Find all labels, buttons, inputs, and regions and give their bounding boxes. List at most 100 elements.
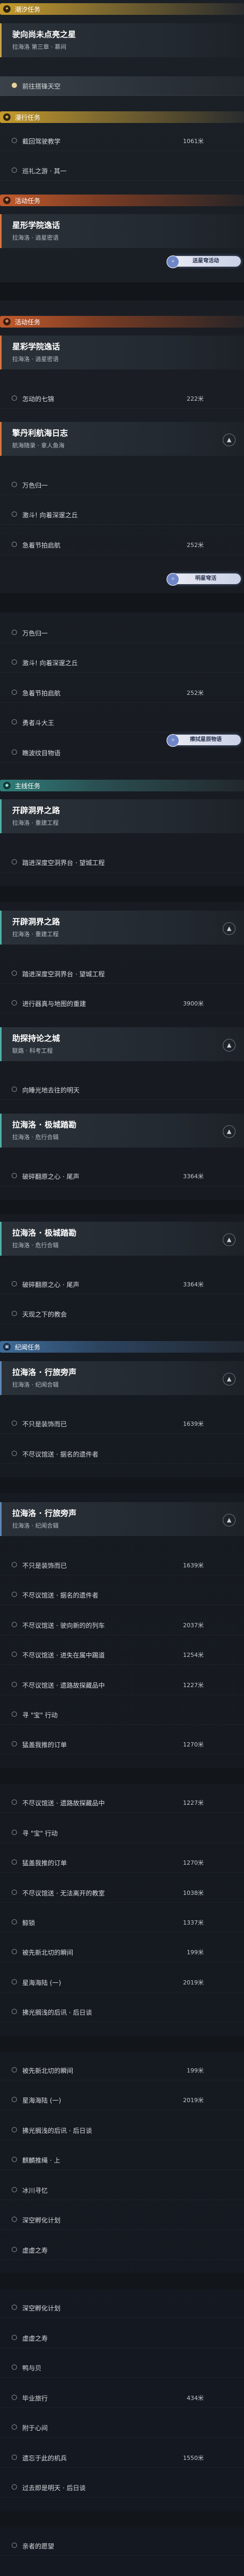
quest-step-r27[interactable]: 寻 "宝" 行动	[0, 1705, 244, 1725]
quest-step-r11[interactable]: 勇者斗大王	[0, 713, 244, 733]
quest-step-r2[interactable]: 截回驾驶教学 1061米	[0, 131, 244, 151]
divider	[0, 2036, 244, 2052]
step-text: 踏进深度空洞界台 · 望城工程	[22, 971, 105, 978]
distance-label: 1227米	[183, 1682, 204, 1689]
quest-step-r21[interactable]: 不尽议馆送 · 据名的遗件者	[0, 1444, 244, 1464]
quest-step-r8[interactable]: 万色归一	[0, 623, 244, 643]
step-text: 不尽议馆送 · 遗路故探藏品中	[22, 1799, 105, 1807]
quest-step-r33[interactable]: 鲸锁 1337米	[0, 1913, 244, 1933]
quest-step-r5[interactable]: 万色归一	[0, 475, 244, 495]
quest-step-r18[interactable]: 破碎翻原之心 · 尾声 3364米	[0, 1275, 244, 1294]
quest-step-r19[interactable]: 天现之下的教会	[0, 1304, 244, 1324]
quest-step-r14[interactable]: 踏进深度空洞界台 · 望城工程	[0, 964, 244, 984]
chevron-up-icon[interactable]: ▲	[223, 1233, 236, 1246]
quest-step-r41[interactable]: 冰川寻忆	[0, 2181, 244, 2200]
quest-step-r30[interactable]: 寻 "宝" 行动	[0, 1823, 244, 1843]
chevron-up-icon[interactable]: ▲	[223, 1373, 236, 1386]
quest-step-r51[interactable]: 亲者的愿望	[0, 2536, 244, 2556]
chevron-up-icon[interactable]: ▲	[223, 922, 236, 935]
chevron-up-icon[interactable]: ▲	[223, 1514, 236, 1527]
recommend-badge[interactable]: ✧ 擦拭星辰物语	[167, 734, 241, 747]
quest-step-r31[interactable]: 猛盖我推的订单 1270米	[0, 1853, 244, 1873]
quest-step-r42[interactable]: 深空孵化计划	[0, 2210, 244, 2230]
quest-step-r47[interactable]: 毕业旅行 434米	[0, 2388, 244, 2408]
quest-step-r4[interactable]: 怎动的七锦 222米	[0, 389, 244, 409]
divider	[0, 886, 244, 902]
quest-step-r36[interactable]: 拂光搁浅的后讯 · 后日谈	[0, 2002, 244, 2022]
quest-card-c5[interactable]: 开辟洞界之路 拉海洛 · 重建工程	[0, 799, 244, 833]
quest-card-c7[interactable]: 助探持论之城 联路 · 科考工程 ▲	[0, 1027, 244, 1061]
divider	[0, 1200, 244, 1214]
section-activity[interactable]: ❖ 活动任务	[0, 195, 244, 206]
quest-step-r46[interactable]: 鸭与贝	[0, 2358, 244, 2378]
radio-icon	[12, 2365, 17, 2370]
quest-step-r50[interactable]: 过去即是明天 · 后日谈	[0, 2478, 244, 2498]
quest-title: 拉海洛 · 极城踏勘	[12, 1120, 77, 1130]
quest-card-c3[interactable]: 星彩学院逸话 拉海洛 · 逍星密语	[0, 336, 244, 369]
radio-icon	[12, 1859, 17, 1865]
quest-step-r35[interactable]: 星海海陆 (一) 2019米	[0, 1973, 244, 1992]
quest-step-r32[interactable]: 不尽议馆送 · 无法离开的教室 1038米	[0, 1883, 244, 1903]
section-tide[interactable]: ✦ 潮汐任务	[0, 3, 244, 15]
step-text: 不尽议馆送 · 进失在属中踢道	[22, 1652, 105, 1659]
section-label: 活动任务	[15, 197, 41, 205]
quest-card-c11[interactable]: 拉海洛 · 行旅旁声 拉海洛 · 纪闻合辑 ▲	[0, 1502, 244, 1536]
quest-step-r48[interactable]: 附于心间	[0, 2418, 244, 2438]
quest-step-r37[interactable]: 被先新北切的瞬间 199米	[0, 2061, 244, 2080]
chevron-up-icon[interactable]: ▲	[223, 1125, 236, 1138]
step-text: 冰川寻忆	[22, 2187, 48, 2194]
quest-step-r9[interactable]: 激斗! 向着深邃之丘	[0, 653, 244, 673]
limited-event-badge-2[interactable]: ✧ 明星穹活	[167, 573, 241, 586]
quest-step-r38[interactable]: 星海海陆 (一) 2019米	[0, 2090, 244, 2110]
event-icon: ✧	[167, 255, 179, 268]
quest-step-r25[interactable]: 不尽议馆送 · 进失在属中踢道 1254米	[0, 1645, 244, 1665]
quest-card-c8[interactable]: 拉海洛 · 极城踏勘 拉海洛 · 危行合辑 ▲	[0, 1114, 244, 1148]
quest-step-r49[interactable]: 遗忘于此的机兵 1550米	[0, 2448, 244, 2468]
quest-step-r22[interactable]: 不只是装饰而已 1639米	[0, 1556, 244, 1575]
quest-step-r40[interactable]: 麒麟推绳 · 上	[0, 2150, 244, 2170]
radio-icon	[12, 2484, 17, 2490]
step-text: 勇者斗大王	[22, 719, 55, 727]
quest-card-c9[interactable]: 拉海洛 · 极城踏勘 拉海洛 · 危行合辑 ▲	[0, 1222, 244, 1256]
quest-step-r26[interactable]: 不尽议馆送 · 遗路故探藏品中 1227米	[0, 1675, 244, 1695]
step-text: 瞧波纹目物语	[22, 749, 61, 757]
section-activity-2[interactable]: ❖ 活动任务	[0, 316, 244, 328]
quest-card-c2[interactable]: 星形学院逸话 拉海洛 · 逍星密语	[0, 214, 244, 248]
quest-step-r23[interactable]: 不尽议馆送 · 据名的遗件者	[0, 1585, 244, 1605]
quest-step-r29[interactable]: 不尽议馆送 · 遗路故探藏品中 1227米	[0, 1793, 244, 1813]
quest-step-r44[interactable]: 深空孵化计划	[0, 2298, 244, 2318]
quest-step-r45[interactable]: 虚虚之寿	[0, 2328, 244, 2348]
quest-step-r1[interactable]: 前往搭锋天空	[0, 76, 244, 96]
quest-step-r24[interactable]: 不尽议馆送 · 驶向新的的列车 2037米	[0, 1616, 244, 1635]
quest-card-c6[interactable]: 开辟洞界之路 拉海洛 · 重建工程 ▲	[0, 911, 244, 945]
step-text: 不尽议馆送 · 无法离开的教室	[22, 1890, 105, 1897]
quest-step-r20[interactable]: 不只是装饰而已 1639米	[0, 1414, 244, 1434]
quest-step-r28[interactable]: 猛盖我推的订单 1270米	[0, 1735, 244, 1754]
chevron-up-icon[interactable]: ▲	[223, 434, 236, 446]
step-text: 破碎翻原之心 · 尾声	[22, 1281, 80, 1289]
quest-card-c4[interactable]: 擎丹利航海日志 航海随录 · 拿人鱼海 ▲	[0, 422, 244, 456]
quest-step-r3[interactable]: 巡礼之游 · 其一	[0, 161, 244, 181]
radio-icon	[12, 2335, 17, 2340]
quest-step-r10[interactable]: 急着节拍启航 252米	[0, 683, 244, 703]
quest-card-c10[interactable]: 拉海洛 · 行旅旁声 拉海洛 · 纪闻合辑 ▲	[0, 1361, 244, 1395]
section-main[interactable]: ◆ 主线任务	[0, 780, 244, 791]
quest-card-c1[interactable]: 驶向尚未点亮之星 拉海洛 第三章 · 慕间	[0, 23, 244, 57]
quest-step-r15[interactable]: 进行器真与地图的重建 3900米	[0, 994, 244, 1013]
quest-step-r39[interactable]: 拂光搁浅的后讯 · 后日谈	[0, 2121, 244, 2140]
divider	[0, 593, 244, 612]
limited-event-badge[interactable]: ✧ 送星穹活动	[167, 255, 241, 268]
quest-step-r17[interactable]: 破碎翻原之心 · 尾声 3364米	[0, 1167, 244, 1186]
section-memory[interactable]: ▣ 纪闻任务	[0, 1341, 244, 1353]
chevron-up-icon[interactable]: ▲	[223, 1039, 236, 1052]
quest-step-r12[interactable]: 瞧波纹目物语	[0, 743, 244, 763]
quest-step-r16[interactable]: 向睡光地去往的明天	[0, 1080, 244, 1100]
section-roaming[interactable]: ◈ 漫行任务	[0, 111, 244, 123]
quest-step-r43[interactable]: 虚虚之寿	[0, 2240, 244, 2260]
quest-step-r34[interactable]: 被先新北切的瞬间 199米	[0, 1943, 244, 1962]
quest-step-r13[interactable]: 踏进深度空洞界台 · 望城工程	[0, 853, 244, 872]
quest-step-r6[interactable]: 激斗! 向着深邃之丘	[0, 505, 244, 525]
distance-label: 2019米	[183, 1979, 204, 1986]
quest-step-r7[interactable]: 急着节拍启航 252米	[0, 535, 244, 555]
section-label: 纪闻任务	[15, 1344, 41, 1351]
